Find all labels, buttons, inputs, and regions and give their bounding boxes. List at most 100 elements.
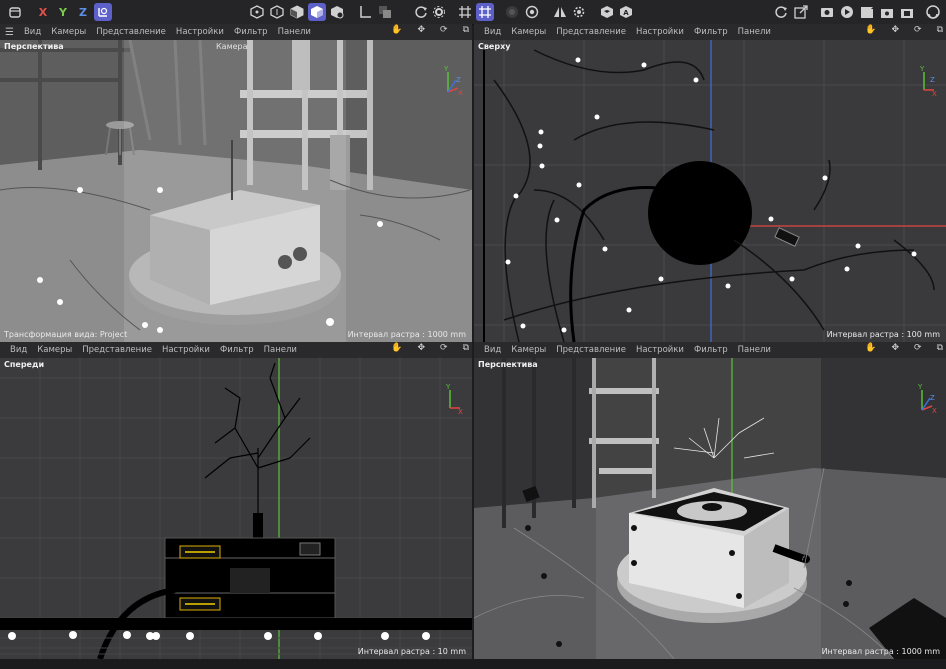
axis-gizmo: YX: [444, 383, 466, 416]
menu-filter[interactable]: Фильтр: [234, 27, 268, 37]
svg-text:Z: Z: [930, 394, 935, 402]
viewport-perspective-top-left[interactable]: ☰ Вид Камеры Представление Настройки Фил…: [0, 24, 472, 342]
move-icon[interactable]: ✥: [891, 343, 899, 353]
rotate-icon[interactable]: [412, 3, 430, 21]
render-picture-icon[interactable]: [898, 3, 916, 21]
viewport-nav: ✋ ✥ ⟳ ⧉: [855, 25, 943, 35]
viewport-nav: ✋ ✥ ⟳ ⧉: [381, 343, 469, 353]
viewport-menubar: ☰ Вид Камеры Представление Настройки Фил…: [0, 24, 472, 40]
symmetry-icon[interactable]: [551, 3, 569, 21]
orbit-icon[interactable]: ⟳: [440, 343, 448, 353]
edges-mode-icon[interactable]: [288, 3, 306, 21]
menu-filter[interactable]: Фильтр: [694, 345, 728, 355]
x-axis-lock-button[interactable]: X: [34, 3, 52, 21]
svg-text:Z: Z: [930, 76, 935, 84]
menu-panel[interactable]: Панели: [738, 345, 771, 355]
viewport-menubar: Вид Камеры Представление Настройки Фильт…: [0, 342, 472, 358]
model-mode-icon[interactable]: [248, 3, 266, 21]
svg-text:X: X: [458, 408, 463, 414]
menu-filter[interactable]: Фильтр: [694, 27, 728, 37]
menu-panel[interactable]: Панели: [738, 27, 771, 37]
menu-panel[interactable]: Панели: [278, 27, 311, 37]
move-icon[interactable]: ✥: [891, 25, 899, 35]
pan-icon[interactable]: ✋: [865, 343, 876, 353]
menu-options[interactable]: Настройки: [636, 345, 684, 355]
maximize-icon[interactable]: ⧉: [463, 25, 469, 35]
render-settings-icon[interactable]: [878, 3, 896, 21]
points-mode-icon[interactable]: [268, 3, 286, 21]
menu-view[interactable]: Вид: [10, 345, 27, 355]
cube-icon[interactable]: [598, 3, 616, 21]
gear-icon[interactable]: [570, 3, 588, 21]
menu-options[interactable]: Настройки: [636, 27, 684, 37]
a-icon[interactable]: A: [617, 3, 635, 21]
menu-display[interactable]: Представление: [556, 27, 626, 37]
pan-icon[interactable]: ✋: [391, 343, 402, 353]
menu-cameras[interactable]: Камеры: [37, 345, 72, 355]
viewport-menubar: Вид Камеры Представление Настройки Фильт…: [474, 24, 946, 40]
target-icon[interactable]: [523, 3, 541, 21]
orbit-icon[interactable]: ⟳: [914, 25, 922, 35]
svg-text:Z: Z: [456, 76, 461, 84]
axis-mode-icon[interactable]: [356, 3, 374, 21]
grid-spacing-status: Интервал растра : 10 mm: [357, 647, 466, 656]
status-bar: [0, 659, 946, 669]
render-view-icon[interactable]: [838, 3, 856, 21]
viewport-title: Перспектива: [478, 360, 538, 369]
orbit-icon[interactable]: ⟳: [440, 25, 448, 35]
export-icon[interactable]: [792, 3, 810, 21]
svg-text:X: X: [458, 89, 463, 96]
menu-options[interactable]: Настройки: [176, 27, 224, 37]
svg-text:Y: Y: [445, 384, 451, 391]
world-coords-icon[interactable]: [94, 3, 112, 21]
menu-display[interactable]: Представление: [96, 27, 166, 37]
polygons-mode-icon[interactable]: [308, 3, 326, 21]
viewport-front-bottom-left[interactable]: Вид Камеры Представление Настройки Фильт…: [0, 342, 472, 659]
menu-icon[interactable]: ☰: [5, 27, 14, 38]
scene-render: [474, 358, 946, 659]
menu-display[interactable]: Представление: [556, 345, 626, 355]
move-icon[interactable]: ✥: [417, 343, 425, 353]
viewport-title: Сверху: [478, 42, 511, 51]
menu-view[interactable]: Вид: [484, 27, 501, 37]
pan-icon[interactable]: ✋: [391, 25, 402, 35]
svg-text:A: A: [623, 9, 629, 17]
object-mode-icon[interactable]: [328, 3, 346, 21]
y-axis-lock-button[interactable]: Y: [54, 3, 72, 21]
viewport-perspective-bottom-right[interactable]: Вид Камеры Представление Настройки Фильт…: [474, 342, 946, 659]
app-icon[interactable]: [924, 3, 942, 21]
menu-panel[interactable]: Панели: [264, 345, 297, 355]
menu-cameras[interactable]: Камеры: [51, 27, 86, 37]
grid-spacing-status: Интервал растра : 1000 mm: [347, 330, 466, 339]
snap-grid-icon[interactable]: [456, 3, 474, 21]
menu-view[interactable]: Вид: [484, 345, 501, 355]
orbit-icon[interactable]: ⟳: [914, 343, 922, 353]
menu-cameras[interactable]: Камеры: [511, 27, 546, 37]
grid-spacing-status: Интервал растра : 1000 mm: [821, 647, 940, 656]
grid-spacing-status: Интервал растра : 100 mm: [826, 330, 940, 339]
snap-enable-icon[interactable]: [476, 3, 494, 21]
z-axis-lock-button[interactable]: Z: [74, 3, 92, 21]
camera-label: Камера: [216, 42, 248, 51]
viewport-title: Перспектива: [4, 42, 64, 51]
record-icon[interactable]: [503, 3, 521, 21]
viewport-top-top-right[interactable]: Вид Камеры Представление Настройки Фильт…: [474, 24, 946, 342]
menu-view[interactable]: Вид: [24, 27, 41, 37]
undo-icon[interactable]: [6, 3, 24, 21]
move-icon[interactable]: ✥: [417, 25, 425, 35]
render-region-icon[interactable]: [818, 3, 836, 21]
settings-icon[interactable]: [430, 3, 448, 21]
menu-display[interactable]: Представление: [82, 345, 152, 355]
maximize-icon[interactable]: ⧉: [463, 343, 469, 353]
pan-icon[interactable]: ✋: [865, 25, 876, 35]
scene-render: [0, 39, 472, 342]
menu-cameras[interactable]: Камеры: [511, 345, 546, 355]
menu-filter[interactable]: Фильтр: [220, 345, 254, 355]
maximize-icon[interactable]: ⧉: [937, 25, 943, 35]
reset-icon[interactable]: [772, 3, 790, 21]
menu-options[interactable]: Настройки: [162, 345, 210, 355]
svg-text:Y: Y: [918, 384, 923, 391]
render-queue-icon[interactable]: [858, 3, 876, 21]
solo-icon[interactable]: [376, 3, 394, 21]
maximize-icon[interactable]: ⧉: [937, 343, 943, 353]
